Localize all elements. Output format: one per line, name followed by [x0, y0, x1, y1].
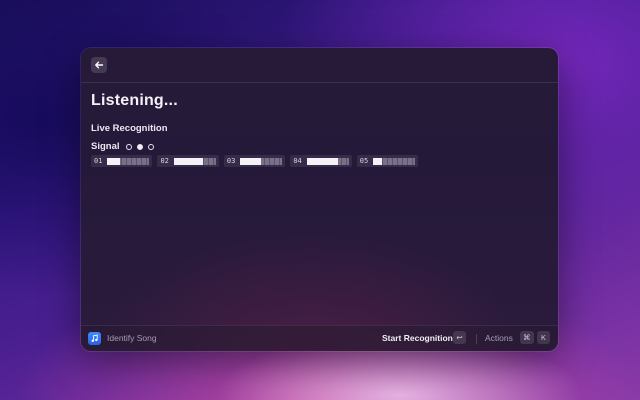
level-meters: 01 02 03 04 05 [91, 155, 419, 167]
enter-key-hint: ↩ [453, 331, 466, 344]
signal-dot [147, 143, 154, 150]
signal-label: Signal [91, 141, 120, 152]
top-bar [81, 48, 558, 83]
meter-fill [173, 157, 204, 165]
meter-bar [173, 157, 216, 165]
start-recognition-button[interactable]: Start Recognition [382, 333, 453, 343]
page-title: Listening... [91, 92, 178, 109]
meter-label: 01 [94, 157, 103, 165]
app-icon [88, 332, 101, 345]
meter-bar [107, 157, 150, 165]
k-key-hint: K [537, 331, 550, 344]
arrow-left-icon [95, 61, 104, 69]
meter-label: 04 [293, 157, 302, 165]
extension-window: Listening... Live Recognition Signal 01 … [81, 48, 558, 351]
level-meter: 03 [223, 155, 286, 167]
signal-row: Signal [91, 141, 154, 152]
meter-bar [373, 157, 416, 165]
level-meter: 01 [91, 155, 153, 167]
meter-fill [107, 157, 121, 165]
level-meter: 02 [157, 155, 219, 167]
back-button[interactable] [91, 57, 107, 73]
section-heading: Live Recognition [91, 123, 168, 134]
meter-label: 03 [226, 157, 236, 165]
command-key-hint: ⌘ [520, 331, 534, 344]
meter-bar [240, 157, 283, 165]
meter-fill [306, 157, 339, 165]
meter-fill [240, 157, 262, 165]
meter-fill [373, 157, 382, 165]
level-meter: 05 [356, 155, 419, 167]
footer-divider [476, 334, 477, 344]
app-name: Identify Song [107, 333, 157, 343]
action-bar: Identify Song Start Recognition ↩ Action… [81, 325, 558, 351]
level-meter: 04 [290, 155, 352, 167]
meter-label: 02 [160, 157, 169, 165]
meter-label: 05 [359, 157, 369, 165]
signal-dots [125, 143, 154, 150]
signal-dot [125, 143, 132, 150]
signal-dot [136, 143, 143, 150]
actions-button[interactable]: Actions [485, 333, 513, 343]
meter-bar [306, 157, 349, 165]
music-note-icon [91, 334, 98, 343]
